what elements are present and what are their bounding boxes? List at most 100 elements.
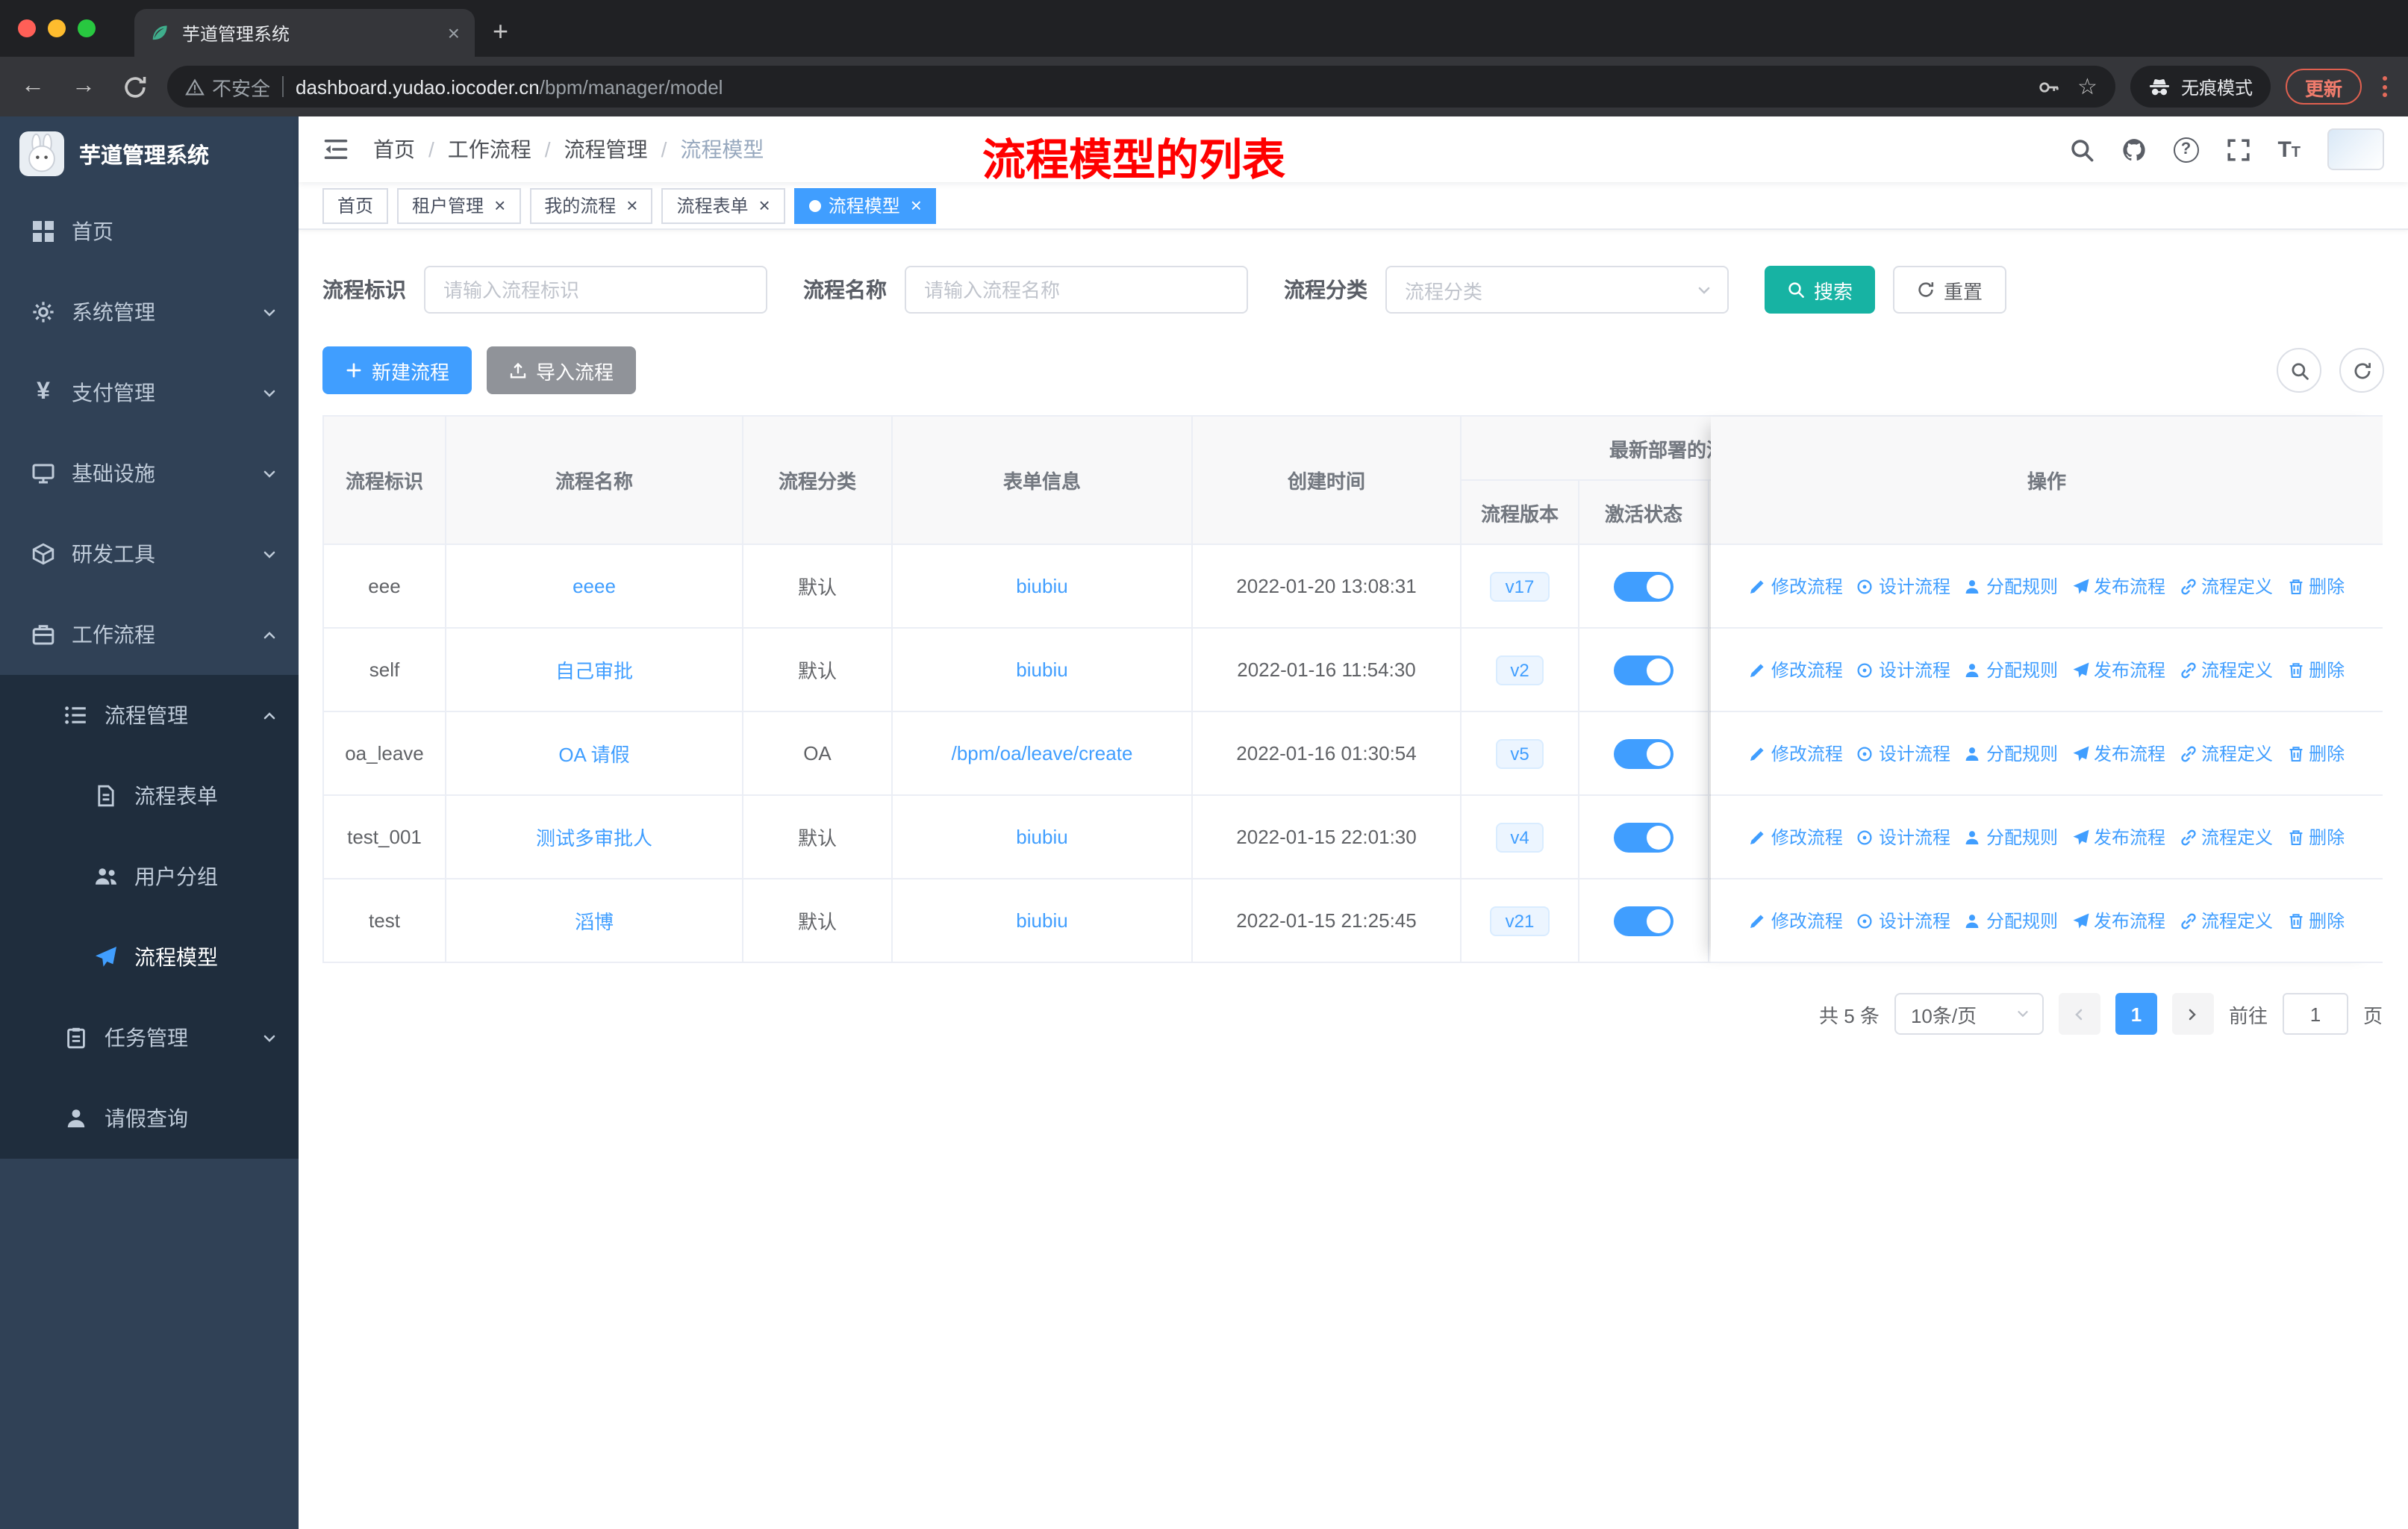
page-number-button[interactable]: 1 [2115,993,2157,1035]
tag-close-icon[interactable]: × [494,196,505,215]
bookmark-star-icon[interactable]: ☆ [2077,75,2097,98]
active-toggle[interactable] [1614,655,1674,685]
modify-process-link[interactable]: 修改流程 [1749,657,1843,682]
form-info-link[interactable]: biubiu [1016,826,1067,848]
process-name-link[interactable]: 测试多审批人 [536,827,652,850]
active-toggle[interactable] [1614,738,1674,768]
refresh-table-button[interactable] [2339,348,2384,393]
delete-link[interactable]: 删除 [2286,741,2345,766]
user-avatar[interactable] [2327,128,2384,170]
sidebar-item-user-group[interactable]: 用户分组 [0,836,299,917]
sidebar-item-process-model[interactable]: 流程模型 [0,917,299,997]
process-definition-link[interactable]: 流程定义 [2179,824,2273,850]
sidebar-item-workflow[interactable]: 工作流程 [0,594,299,675]
collapse-sidebar-icon[interactable] [322,136,349,163]
form-info-link[interactable]: /bpm/oa/leave/create [952,742,1133,764]
tags-view-item[interactable]: 流程模型 × [793,187,937,223]
tag-close-icon[interactable]: × [759,196,770,215]
sidebar-item-infrastructure[interactable]: 基础设施 [0,433,299,514]
toggle-search-button[interactable] [2277,348,2321,393]
browser-tab[interactable]: 芋道管理系统 × [134,9,475,57]
process-definition-link[interactable]: 流程定义 [2179,573,2273,599]
search-button[interactable]: 搜索 [1765,266,1876,314]
sidebar-item-dev-tools[interactable]: 研发工具 [0,514,299,594]
breadcrumb-item[interactable]: 工作流程 [448,134,531,164]
github-icon[interactable] [2121,137,2146,162]
sidebar-item-system-management[interactable]: 系统管理 [0,272,299,352]
publish-process-link[interactable]: 发布流程 [2071,573,2165,599]
tags-view-item[interactable]: 首页 [322,187,389,223]
delete-link[interactable]: 删除 [2286,657,2345,682]
modify-process-link[interactable]: 修改流程 [1749,824,1843,850]
sidebar-item-leave-query[interactable]: 请假查询 [0,1078,299,1159]
create-process-button[interactable]: 新建流程 [322,346,472,394]
modify-process-link[interactable]: 修改流程 [1749,908,1843,933]
assign-rules-link[interactable]: 分配规则 [1964,824,2058,850]
tags-view-item[interactable]: 我的流程 × [529,187,653,223]
tags-view-item[interactable]: 租户管理 × [397,187,521,223]
sidebar-item-process-form[interactable]: 流程表单 [0,756,299,836]
tag-close-icon[interactable]: × [911,196,922,215]
process-definition-link[interactable]: 流程定义 [2179,908,2273,933]
design-process-link[interactable]: 设计流程 [1856,824,1950,850]
minimize-window-button[interactable] [48,19,66,37]
font-size-icon[interactable]: TT [2277,137,2301,162]
modify-process-link[interactable]: 修改流程 [1749,573,1843,599]
process-name-link[interactable]: 自己审批 [555,660,633,682]
process-name-link[interactable]: 滔博 [575,911,614,933]
sidebar-item-home[interactable]: 首页 [0,191,299,272]
form-info-link[interactable]: biubiu [1016,909,1067,932]
delete-link[interactable]: 删除 [2286,824,2345,850]
sidebar-item-process-management[interactable]: 流程管理 [0,675,299,756]
sidebar-item-payment-management[interactable]: ¥ 支付管理 [0,352,299,433]
search-icon[interactable] [2068,137,2094,162]
tag-close-icon[interactable]: × [626,196,637,215]
active-toggle[interactable] [1614,906,1674,935]
form-info-link[interactable]: biubiu [1016,575,1067,597]
process-key-input[interactable] [424,266,767,314]
address-bar[interactable]: 不安全 dashboard.yudao.iocoder.cn/bpm/manag… [167,66,2115,108]
publish-process-link[interactable]: 发布流程 [2071,908,2165,933]
modify-process-link[interactable]: 修改流程 [1749,741,1843,766]
breadcrumb-item[interactable]: 流程管理 [564,134,648,164]
reload-button[interactable] [116,74,152,99]
back-button[interactable]: ← [15,73,51,100]
delete-link[interactable]: 删除 [2286,908,2345,933]
form-info-link[interactable]: biubiu [1016,658,1067,681]
design-process-link[interactable]: 设计流程 [1856,908,1950,933]
active-toggle[interactable] [1614,571,1674,601]
delete-link[interactable]: 删除 [2286,573,2345,599]
sidebar-item-task-management[interactable]: 任务管理 [0,997,299,1078]
design-process-link[interactable]: 设计流程 [1856,741,1950,766]
process-category-select[interactable]: 流程分类 [1385,266,1729,314]
assign-rules-link[interactable]: 分配规则 [1964,741,2058,766]
publish-process-link[interactable]: 发布流程 [2071,741,2165,766]
process-definition-link[interactable]: 流程定义 [2179,657,2273,682]
assign-rules-link[interactable]: 分配规则 [1964,657,2058,682]
breadcrumb-item[interactable]: 首页 [373,134,415,164]
publish-process-link[interactable]: 发布流程 [2071,824,2165,850]
reset-button[interactable]: 重置 [1893,266,2007,314]
security-indicator[interactable]: 不安全 [185,72,270,101]
page-size-select[interactable]: 10条/页 [1894,993,2044,1035]
process-definition-link[interactable]: 流程定义 [2179,741,2273,766]
import-process-button[interactable]: 导入流程 [487,346,637,394]
process-name-link[interactable]: OA 请假 [558,744,629,766]
update-button[interactable]: 更新 [2285,69,2362,105]
maximize-window-button[interactable] [78,19,96,37]
design-process-link[interactable]: 设计流程 [1856,657,1950,682]
tab-close-icon[interactable]: × [448,22,460,43]
prev-page-button[interactable] [2058,993,2100,1035]
publish-process-link[interactable]: 发布流程 [2071,657,2165,682]
fullscreen-icon[interactable] [2225,137,2251,162]
assign-rules-link[interactable]: 分配规则 [1964,573,2058,599]
process-name-link[interactable]: eeee [573,575,616,597]
assign-rules-link[interactable]: 分配规则 [1964,908,2058,933]
next-page-button[interactable] [2171,993,2214,1035]
browser-menu-icon[interactable] [2377,76,2393,97]
close-window-button[interactable] [18,19,36,37]
tags-view-item[interactable]: 流程表单 × [661,187,785,223]
design-process-link[interactable]: 设计流程 [1856,573,1950,599]
active-toggle[interactable] [1614,822,1674,852]
goto-page-input[interactable] [2282,993,2348,1035]
